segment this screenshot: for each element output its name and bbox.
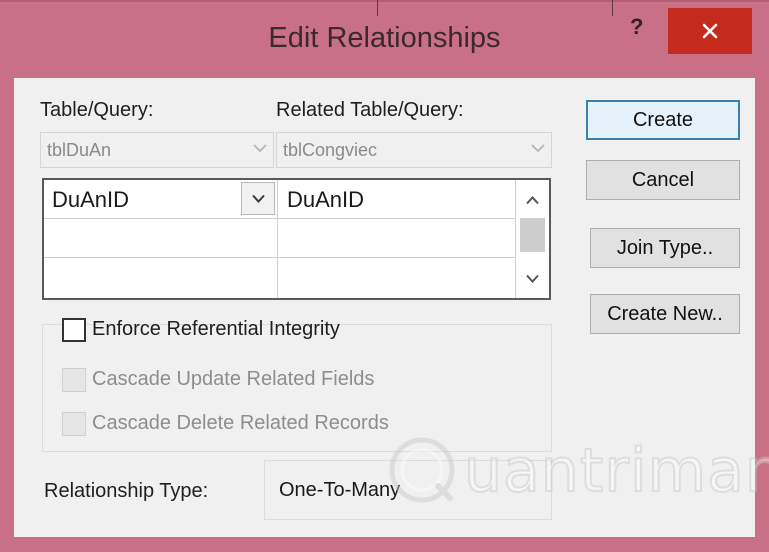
- enforce-integrity-checkbox[interactable]: [62, 318, 86, 342]
- grid-column-divider: [277, 180, 278, 298]
- primary-field-cell[interactable]: DuAnID: [52, 187, 129, 213]
- grid-row-divider: [44, 257, 515, 258]
- grid-row-divider: [44, 218, 515, 219]
- cascade-delete-label[interactable]: Cascade Delete Related Records: [92, 412, 389, 435]
- scroll-up-icon[interactable]: [526, 196, 539, 205]
- related-table-query-value: tblCongviec: [283, 140, 378, 160]
- cancel-button[interactable]: Cancel: [586, 160, 740, 200]
- scroll-down-icon[interactable]: [526, 274, 539, 283]
- table-query-value: tblDuAn: [47, 140, 112, 160]
- join-type-button[interactable]: Join Type..: [590, 228, 740, 268]
- scroll-thumb[interactable]: [520, 218, 545, 252]
- close-button[interactable]: [668, 8, 752, 54]
- field-dropdown-button[interactable]: [241, 182, 275, 215]
- chevron-down-icon: [252, 194, 265, 203]
- enforce-integrity-label[interactable]: Enforce Referential Integrity: [92, 318, 340, 341]
- relationship-type-label: Relationship Type:: [44, 480, 209, 502]
- table-query-select[interactable]: tblDuAn: [40, 132, 274, 168]
- grid-scrollbar[interactable]: [516, 180, 549, 298]
- create-new-button[interactable]: Create New..: [590, 294, 740, 334]
- close-icon: [702, 23, 718, 39]
- field-mapping-grid[interactable]: DuAnID DuAnID: [42, 178, 551, 300]
- watermark-text: uantrimang: [463, 435, 769, 507]
- related-table-query-label: Related Table/Query:: [276, 99, 464, 121]
- window-title: Edit Relationships: [268, 22, 501, 54]
- related-field-cell[interactable]: DuAnID: [287, 187, 364, 213]
- chevron-down-icon: [531, 144, 545, 153]
- dialog-body: Table/Query: Related Table/Query: tblDuA…: [14, 78, 769, 537]
- table-query-label: Table/Query:: [40, 99, 154, 121]
- help-button[interactable]: ?: [630, 14, 643, 40]
- title-bar[interactable]: Edit Relationships ?: [0, 0, 769, 78]
- related-table-query-select[interactable]: tblCongviec: [276, 132, 552, 168]
- cascade-update-label[interactable]: Cascade Update Related Fields: [92, 368, 374, 391]
- watermark: uantrimang: [386, 430, 769, 520]
- relationship-type-value: One-To-Many: [279, 479, 401, 501]
- chevron-down-icon: [253, 144, 267, 153]
- cascade-update-checkbox[interactable]: [62, 368, 86, 392]
- cascade-delete-checkbox[interactable]: [62, 412, 86, 436]
- watermark-logo-icon: [389, 437, 455, 503]
- create-button[interactable]: Create: [586, 100, 740, 140]
